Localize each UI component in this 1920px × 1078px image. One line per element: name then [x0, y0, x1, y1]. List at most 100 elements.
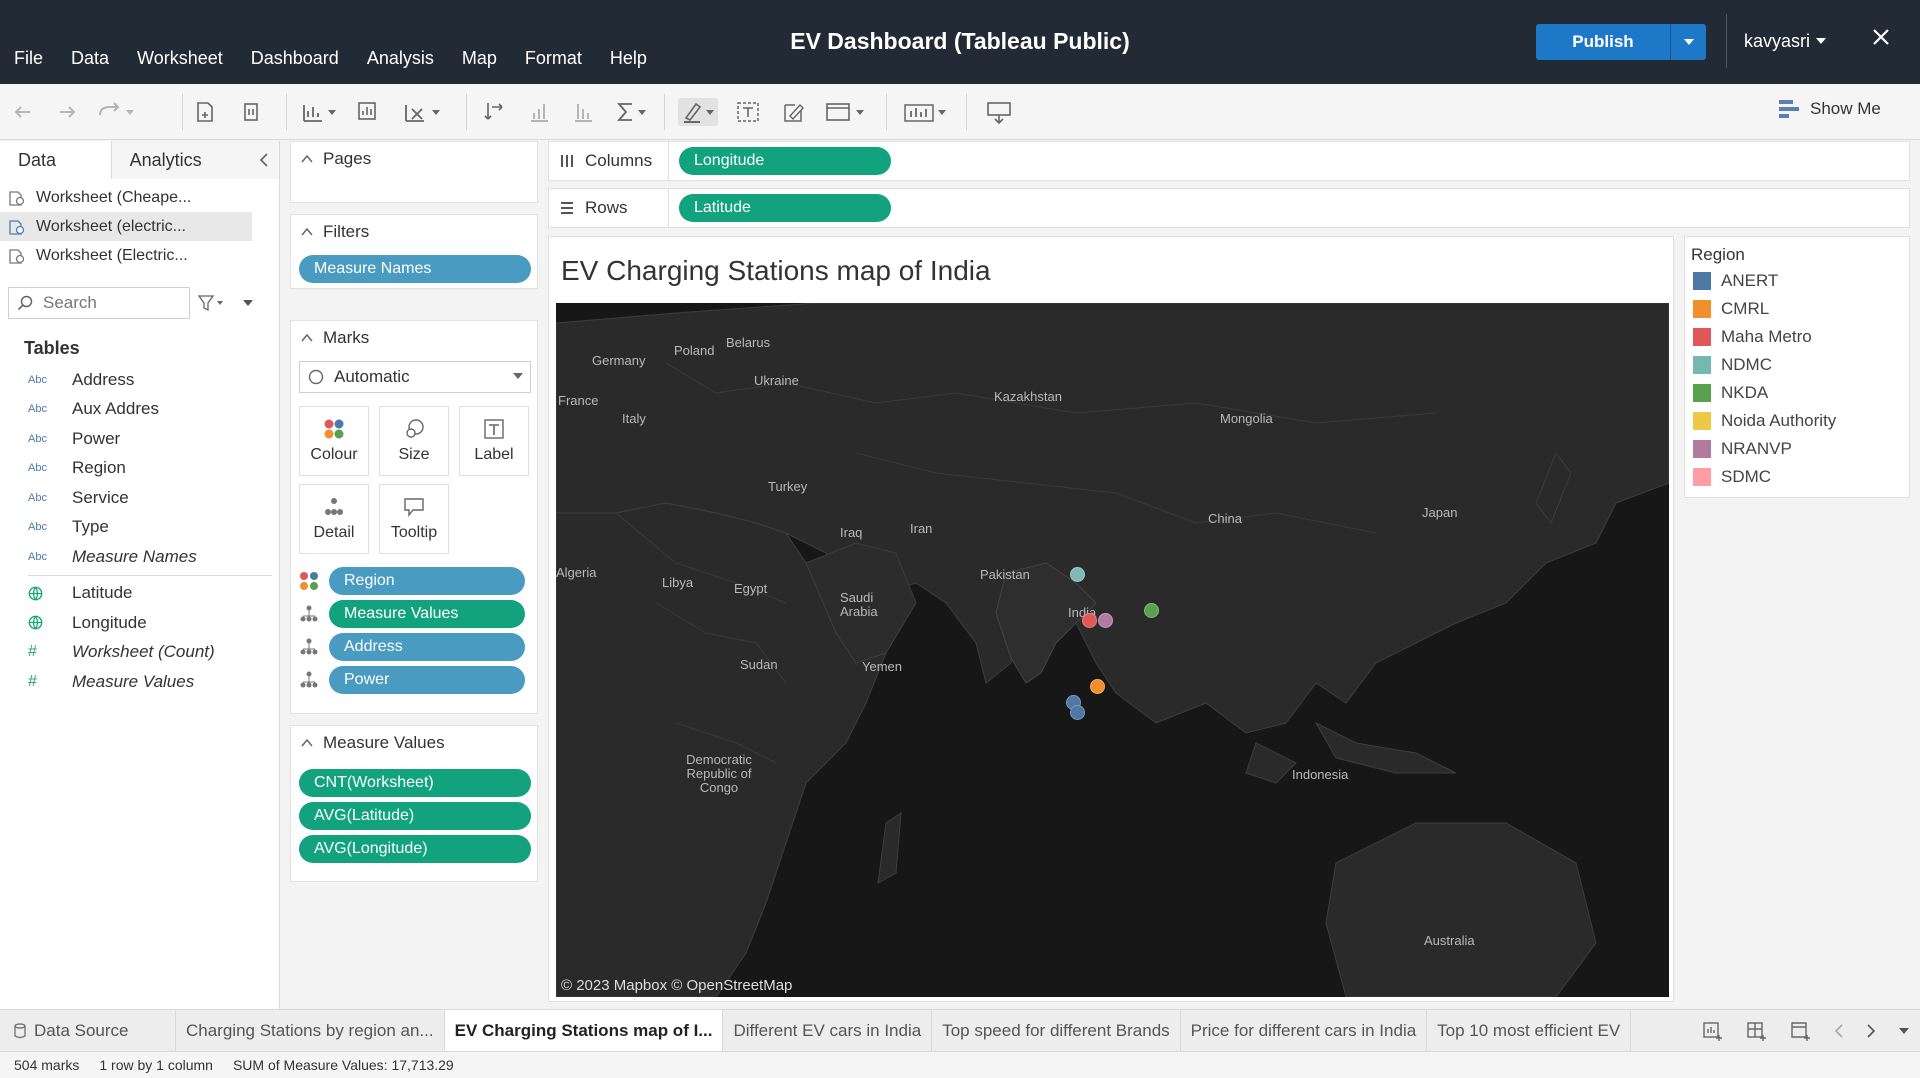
- sort-descending-icon[interactable]: [570, 98, 598, 126]
- show-me-button[interactable]: Show Me: [1778, 98, 1881, 120]
- new-data-source-icon[interactable]: [192, 98, 218, 126]
- sheet-tab[interactable]: Top speed for different Brands: [932, 1010, 1181, 1051]
- measure-value-pill[interactable]: CNT(Worksheet): [299, 769, 531, 797]
- swap-rows-columns-icon[interactable]: [482, 98, 510, 126]
- chevron-right-icon[interactable]: [1866, 1024, 1876, 1038]
- field-item[interactable]: # Measure Values: [0, 667, 280, 697]
- filters-card-header[interactable]: Filters: [291, 215, 537, 249]
- legend-item[interactable]: ANERT: [1693, 271, 1778, 291]
- map-point-maha-metro[interactable]: [1082, 613, 1097, 628]
- field-name: Longitude: [72, 612, 147, 632]
- pane-tabs: Data Analytics: [0, 141, 279, 179]
- fit-width-icon[interactable]: [824, 98, 868, 126]
- marks-label: Marks: [323, 328, 370, 347]
- field-item[interactable]: Abc Type: [0, 513, 280, 543]
- measure-values-card-header[interactable]: Measure Values: [291, 726, 537, 760]
- measure-value-pill[interactable]: AVG(Latitude): [299, 802, 531, 830]
- field-item[interactable]: # Worksheet (Count): [0, 638, 280, 668]
- data-source-item[interactable]: Worksheet (Electric...: [0, 241, 279, 270]
- marks-card-header[interactable]: Marks: [291, 321, 537, 355]
- field-item[interactable]: Abc Measure Names: [0, 542, 280, 572]
- sheet-tab[interactable]: Different EV cars in India: [723, 1010, 933, 1051]
- pages-card-header[interactable]: Pages: [291, 142, 537, 176]
- search-input[interactable]: Search: [8, 287, 190, 319]
- map-point-anert[interactable]: [1070, 705, 1085, 720]
- pause-updates-icon[interactable]: [238, 98, 264, 126]
- legend-item[interactable]: NDMC: [1693, 355, 1772, 375]
- data-source-item-active[interactable]: Worksheet (electric...: [0, 212, 252, 241]
- caret-down-icon[interactable]: [1898, 1027, 1910, 1035]
- columns-shelf: Columns Longitude: [548, 141, 1910, 181]
- measure-value-pill[interactable]: AVG(Longitude): [299, 835, 531, 863]
- mark-pill-row: Address: [299, 633, 525, 661]
- chevron-left-icon[interactable]: [259, 153, 269, 167]
- globe-icon: [28, 586, 72, 601]
- marks-pill-power[interactable]: Power: [329, 666, 525, 694]
- user-menu[interactable]: kavyasri: [1744, 31, 1827, 52]
- legend-item[interactable]: Maha Metro: [1693, 327, 1812, 347]
- legend-item[interactable]: NKDA: [1693, 383, 1768, 403]
- legend-item[interactable]: CMRL: [1693, 299, 1769, 319]
- caret-down-icon[interactable]: [242, 299, 254, 307]
- field-item[interactable]: Abc Address: [0, 365, 280, 395]
- sheet-tab[interactable]: Price for different cars in India: [1181, 1010, 1428, 1051]
- duplicate-sheet-icon[interactable]: [354, 98, 384, 126]
- map-view[interactable]: Germany Poland Belarus Ukraine France It…: [556, 303, 1669, 997]
- field-item[interactable]: Abc Power: [0, 424, 280, 454]
- publish-button[interactable]: Publish: [1536, 24, 1670, 60]
- undo-icon[interactable]: [10, 98, 36, 126]
- totals-icon[interactable]: [614, 98, 648, 126]
- highlight-icon[interactable]: [678, 98, 718, 126]
- chevron-left-icon[interactable]: [1834, 1024, 1844, 1038]
- field-item[interactable]: Abc Service: [0, 483, 280, 513]
- filter-icon[interactable]: [198, 294, 226, 312]
- new-worksheet-icon[interactable]: [300, 98, 338, 126]
- field-item[interactable]: Abc Aux Addres: [0, 395, 280, 425]
- new-worksheet-icon[interactable]: [1702, 1020, 1724, 1042]
- show-labels-icon[interactable]: [734, 98, 762, 126]
- field-item[interactable]: Longitude: [0, 608, 280, 638]
- close-icon[interactable]: [1872, 28, 1890, 46]
- toolbar-divider: [182, 94, 183, 130]
- tab-analytics[interactable]: Analytics: [111, 141, 279, 179]
- marks-pill-region[interactable]: Region: [329, 567, 525, 595]
- replay-icon[interactable]: [96, 98, 136, 126]
- field-item[interactable]: Abc Region: [0, 454, 280, 484]
- sheet-tab[interactable]: Top 10 most efficient EV: [1427, 1010, 1632, 1051]
- map-point-cmrl[interactable]: [1090, 679, 1105, 694]
- publish-dropdown-button[interactable]: [1670, 24, 1706, 60]
- map-point-nranvp[interactable]: [1098, 613, 1113, 628]
- sheet-tab[interactable]: Charging Stations by region an...: [176, 1010, 445, 1051]
- redo-icon[interactable]: [54, 98, 80, 126]
- filters-card: Filters Measure Names: [290, 214, 538, 289]
- tab-data[interactable]: Data: [0, 141, 112, 179]
- detail-button[interactable]: Detail: [299, 484, 369, 554]
- data-source-item[interactable]: Worksheet (Cheape...: [0, 183, 279, 212]
- map-attribution[interactable]: © 2023 Mapbox © OpenStreetMap: [561, 977, 792, 994]
- mark-type-select[interactable]: Automatic: [299, 361, 531, 393]
- legend-item[interactable]: SDMC: [1693, 467, 1771, 487]
- new-dashboard-icon[interactable]: [1746, 1020, 1768, 1042]
- field-item[interactable]: Latitude: [0, 579, 280, 609]
- label-button[interactable]: Label: [459, 406, 529, 476]
- new-story-icon[interactable]: [1790, 1020, 1812, 1042]
- rows-pill[interactable]: Latitude: [679, 194, 891, 222]
- tab-data-source[interactable]: Data Source: [0, 1010, 176, 1051]
- annotate-icon[interactable]: [780, 98, 808, 126]
- show-cards-icon[interactable]: [902, 98, 950, 126]
- sheet-tab-active[interactable]: EV Charging Stations map of I...: [444, 1010, 724, 1051]
- filter-pill[interactable]: Measure Names: [299, 255, 531, 283]
- map-point-ndmc[interactable]: [1070, 567, 1085, 582]
- marks-pill-address[interactable]: Address: [329, 633, 525, 661]
- sort-ascending-icon[interactable]: [526, 98, 554, 126]
- legend-item[interactable]: Noida Authority: [1693, 411, 1836, 431]
- colour-button[interactable]: Colour: [299, 406, 369, 476]
- size-button[interactable]: Size: [379, 406, 449, 476]
- presentation-mode-icon[interactable]: [984, 98, 1014, 126]
- marks-pill-measure-values[interactable]: Measure Values: [329, 600, 525, 628]
- columns-pill[interactable]: Longitude: [679, 147, 891, 175]
- legend-item[interactable]: NRANVP: [1693, 439, 1792, 459]
- clear-sheet-icon[interactable]: [402, 98, 442, 126]
- map-point-nkda[interactable]: [1144, 603, 1159, 618]
- tooltip-button[interactable]: Tooltip: [379, 484, 449, 554]
